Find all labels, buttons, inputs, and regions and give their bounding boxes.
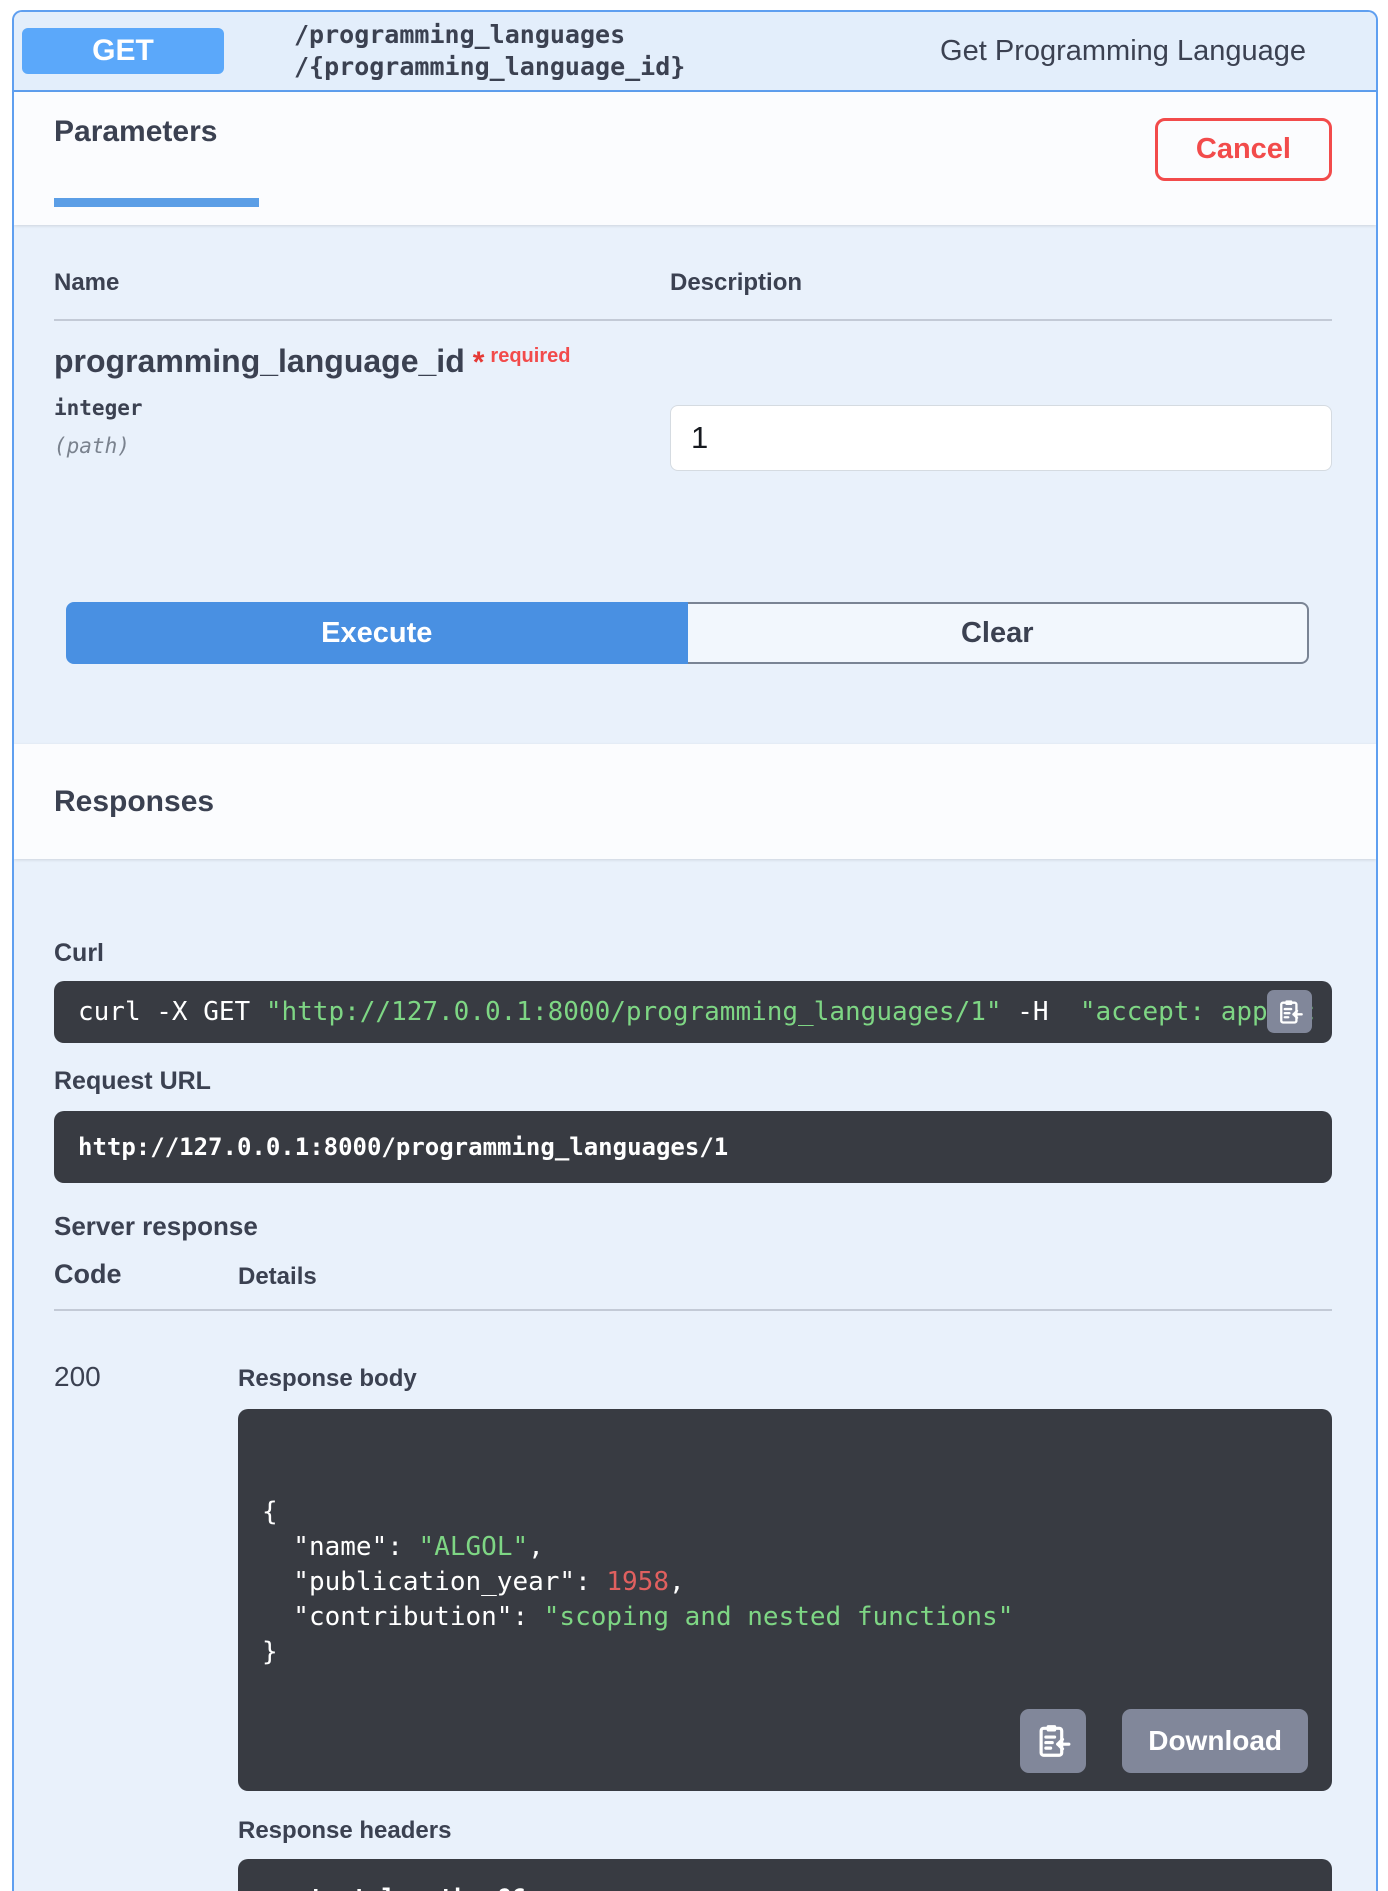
status-code: 200 xyxy=(54,1339,238,1891)
tab-parameters[interactable]: Parameters xyxy=(54,112,259,207)
responses-body: Curl curl -X GET "http://127.0.0.1:8000/… xyxy=(14,859,1376,1891)
copy-response-button[interactable] xyxy=(1020,1709,1086,1773)
operation-path-line1: /programming_languages xyxy=(294,19,685,51)
column-details: Details xyxy=(238,1259,1332,1293)
parameter-location: (path) xyxy=(54,434,670,458)
parameters-table-header: Name Description xyxy=(54,269,1332,299)
parameter-name: programming_language_id*required xyxy=(54,341,670,386)
parameters-section-header: Parameters Cancel xyxy=(14,92,1376,225)
response-body-code: { "name": "ALGOL", "publication_year": 1… xyxy=(262,1495,1308,1670)
clipboard-copy-icon xyxy=(1276,998,1304,1026)
curl-label: Curl xyxy=(54,939,1332,969)
parameter-type: integer xyxy=(54,396,670,420)
operation-title: Get Programming Language xyxy=(940,35,1306,68)
response-body-actions: Download xyxy=(1020,1709,1308,1773)
operation-summary[interactable]: GET /programming_languages /{programming… xyxy=(14,12,1376,92)
server-response-table-header: Code Details xyxy=(54,1259,1332,1293)
operation-path-line2: /{programming_language_id} xyxy=(294,51,685,83)
operation-path: /programming_languages /{programming_lan… xyxy=(294,19,685,83)
response-headers-block: content-length: 86content-type: applicat… xyxy=(238,1859,1332,1891)
download-button[interactable]: Download xyxy=(1122,1709,1308,1773)
parameters-tab-label: Parameters xyxy=(54,112,259,152)
response-body-block: { "name": "ALGOL", "publication_year": 1… xyxy=(238,1409,1332,1791)
response-body-label: Response body xyxy=(238,1365,1332,1395)
required-label: required xyxy=(490,345,570,367)
server-response-label: Server response xyxy=(54,1211,1332,1243)
column-code: Code xyxy=(54,1259,238,1293)
method-badge: GET xyxy=(22,28,224,74)
server-response-divider xyxy=(54,1309,1332,1311)
parameter-value-input[interactable] xyxy=(670,405,1332,471)
cancel-button[interactable]: Cancel xyxy=(1155,118,1332,181)
curl-command-text: curl -X GET "http://127.0.0.1:8000/progr… xyxy=(78,997,1315,1027)
parameters-tab-underline xyxy=(54,198,259,207)
required-star: * xyxy=(473,346,485,379)
server-response-row: 200 Response body { "name": "ALGOL", "pu… xyxy=(54,1339,1332,1891)
responses-heading: Responses xyxy=(54,782,214,822)
request-url-label: Request URL xyxy=(54,1067,1332,1097)
response-headers-label: Response headers xyxy=(238,1817,1332,1847)
column-description: Description xyxy=(670,269,1332,299)
execute-row: Execute Clear xyxy=(66,602,1309,664)
parameter-row: programming_language_id*required integer… xyxy=(54,321,1332,511)
response-headers-code: content-length: 86content-type: applicat… xyxy=(266,1883,1332,1891)
column-name: Name xyxy=(54,269,670,299)
curl-command: curl -X GET "http://127.0.0.1:8000/progr… xyxy=(54,981,1332,1043)
copy-curl-button[interactable] xyxy=(1267,990,1312,1033)
operation-panel: GET /programming_languages /{programming… xyxy=(12,10,1378,1891)
request-url-value: http://127.0.0.1:8000/programming_langua… xyxy=(54,1111,1332,1183)
clear-button[interactable]: Clear xyxy=(688,602,1310,664)
execute-button[interactable]: Execute xyxy=(66,602,688,664)
parameters-body: Name Description programming_language_id… xyxy=(14,225,1376,744)
responses-section-header: Responses xyxy=(14,744,1376,859)
clipboard-copy-icon xyxy=(1034,1722,1072,1760)
